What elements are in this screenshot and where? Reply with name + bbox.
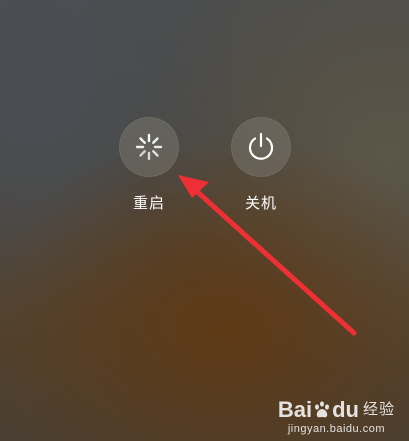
- red-arrow-annotation: [178, 175, 357, 336]
- shutdown-button[interactable]: 关机: [221, 117, 301, 213]
- paw-icon: [315, 401, 330, 418]
- watermark-brand-cn: 经验: [362, 401, 395, 418]
- shutdown-label: 关机: [244, 194, 277, 212]
- reboot-button[interactable]: 重启: [109, 117, 189, 213]
- power-icon: [248, 132, 274, 160]
- spinner-icon: [135, 133, 163, 161]
- watermark-brand-left: Bai: [277, 397, 313, 422]
- watermark-brand: Bai du 经验: [278, 399, 395, 421]
- baidu-jingyan-watermark: Bai du 经验 jingyan.baidu.com: [278, 399, 395, 436]
- reboot-label: 重启: [132, 194, 165, 212]
- shutdown-circle[interactable]: [231, 117, 291, 177]
- watermark-brand-right: du: [332, 397, 359, 422]
- reboot-circle[interactable]: [119, 117, 179, 177]
- watermark-domain: jingyan.baidu.com: [287, 423, 385, 435]
